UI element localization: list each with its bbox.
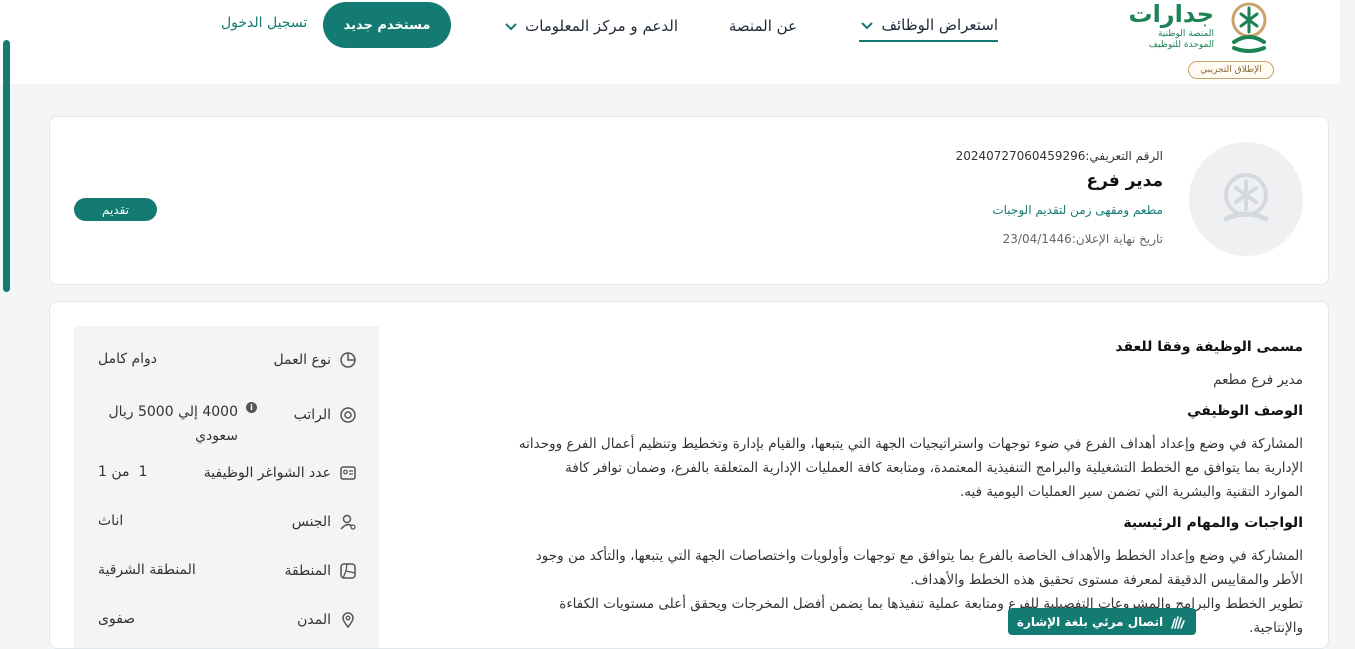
attr-vacancies-label: عدد الشواغر الوظيفية xyxy=(203,465,331,481)
attr-label: نوع العمل xyxy=(273,351,357,369)
hand-sign-icon xyxy=(1171,615,1185,629)
job-summary-card: الرقم التعريفي:20240727060459296 مدير فر… xyxy=(49,116,1329,285)
description-text: المشاركة في وضع وإعداد أهداف الفرع في ضو… xyxy=(395,432,1303,504)
attr-cities-value: صفوى xyxy=(98,611,136,627)
new-user-button[interactable]: مستخدم جديد xyxy=(323,2,451,48)
attr-gender-value: اناث xyxy=(98,513,124,529)
attr-salary: الراتب i 4000 إلي 5000 ريال سعودي xyxy=(98,400,357,450)
attr-region-value: المنطقة الشرقية xyxy=(98,562,196,578)
contract-title-heading: مسمى الوظيفة وفقا للعقد xyxy=(1115,339,1303,355)
nav-support-label: الدعم و مركز المعلومات xyxy=(525,17,678,35)
logo-name: جدارات xyxy=(1128,0,1214,28)
attr-cities: المدن صفوى xyxy=(98,611,357,648)
company-name-link[interactable]: مطعم ومقهى زمن لتقديم الوجبات xyxy=(992,203,1163,217)
job-deadline: تاريخ نهاية الإعلان:23/04/1446 xyxy=(1002,232,1163,246)
nav-browse-jobs[interactable]: استعراض الوظائف xyxy=(859,14,998,42)
pie-chart-icon xyxy=(340,352,356,368)
attr-cities-label: المدن xyxy=(297,612,331,628)
attr-gender: الجنس اناث xyxy=(98,513,357,553)
sign-language-label: اتصال مرئي بلغة الإشارة xyxy=(1016,614,1164,629)
duties-line: المشاركة في وضع وإعداد الخطط والأهداف ال… xyxy=(535,548,1303,564)
description-heading: الوصف الوظيفي xyxy=(1187,403,1303,419)
login-link[interactable]: تسجيل الدخول xyxy=(221,15,307,31)
chevron-down-icon xyxy=(861,22,874,30)
apply-button[interactable]: تقديم xyxy=(74,198,157,221)
map-region-icon xyxy=(340,563,356,579)
chevron-down-icon xyxy=(505,23,517,31)
job-title: مدير فرع xyxy=(1086,171,1163,191)
attr-label: عدد الشواغر الوظيفية xyxy=(204,464,357,482)
attr-region: المنطقة المنطقة الشرقية xyxy=(98,562,357,602)
nav-about-label: عن المنصة xyxy=(728,17,797,35)
nav-about[interactable]: عن المنصة xyxy=(729,14,797,38)
beta-launch-badge: الإطلاق التجريبي xyxy=(1188,61,1274,79)
nav-browse-jobs-label: استعراض الوظائف xyxy=(881,16,998,34)
attr-salary-value: 4000 إلي 5000 ريال سعودي xyxy=(108,404,238,444)
attr-gender-label: الجنس xyxy=(291,514,331,530)
attr-label: المدن xyxy=(297,611,357,629)
location-pin-icon xyxy=(342,612,354,629)
attr-vacancies-value: 1 من 1 xyxy=(98,464,148,480)
contract-title-value: مدير فرع مطعم xyxy=(1213,372,1303,388)
duties-line: الأطر والمقاييس الدقيقة لمعرفة مستوى تحق… xyxy=(910,572,1303,588)
attr-work-type-label: نوع العمل xyxy=(273,352,331,368)
attr-region-label: المنطقة xyxy=(284,563,331,579)
site-header: جدارات المنصة الوطنية الموحدة للتوظيف ال… xyxy=(0,0,1340,84)
attr-vacancies: عدد الشواغر الوظيفية 1 من 1 xyxy=(98,464,357,504)
logo-subtitle-2: الموحدة للتوظيف xyxy=(1148,40,1214,50)
user-gender-icon xyxy=(340,514,356,530)
placeholder-logo-icon xyxy=(1223,173,1269,222)
nav-support[interactable]: الدعم و مركز المعلومات xyxy=(503,14,678,38)
logo-subtitle-1: المنصة الوطنية xyxy=(1158,29,1214,39)
company-logo xyxy=(1189,142,1303,256)
attr-work-type: نوع العمل دوام كامل xyxy=(98,351,357,391)
job-reference-number: الرقم التعريفي:20240727060459296 xyxy=(955,149,1163,163)
salary-info-icon[interactable]: i xyxy=(246,402,257,413)
attr-label: الجنس xyxy=(292,513,357,531)
description-line: الإدارية بما يتوافق مع الخطط التشغيلية و… xyxy=(565,460,1303,476)
duties-heading: الواجبات والمهام الرئيسية xyxy=(1123,515,1303,531)
attr-label: الراتب xyxy=(294,406,357,424)
description-line: المشاركة في وضع وإعداد أهداف الفرع في ضو… xyxy=(518,436,1303,452)
job-description: مسمى الوظيفة وفقا للعقد مدير فرع مطعم ال… xyxy=(395,336,1303,648)
palm-swords-logo-icon xyxy=(1231,2,1267,53)
job-attributes-panel: نوع العمل دوام كامل الراتب i 4000 إلي 50… xyxy=(74,326,379,648)
attr-work-type-value: دوام كامل xyxy=(98,351,158,367)
job-details-card: نوع العمل دوام كامل الراتب i 4000 إلي 50… xyxy=(49,301,1329,649)
money-icon xyxy=(340,407,356,423)
page-scrollbar[interactable] xyxy=(3,40,10,292)
description-line: الموارد التقنية والبشرية التي تضمن سير ا… xyxy=(960,484,1303,500)
sign-language-call-button[interactable]: اتصال مرئي بلغة الإشارة xyxy=(1008,608,1196,635)
attr-label: المنطقة xyxy=(284,562,357,580)
attr-salary-label: الراتب xyxy=(293,407,331,423)
id-card-icon xyxy=(340,466,356,480)
